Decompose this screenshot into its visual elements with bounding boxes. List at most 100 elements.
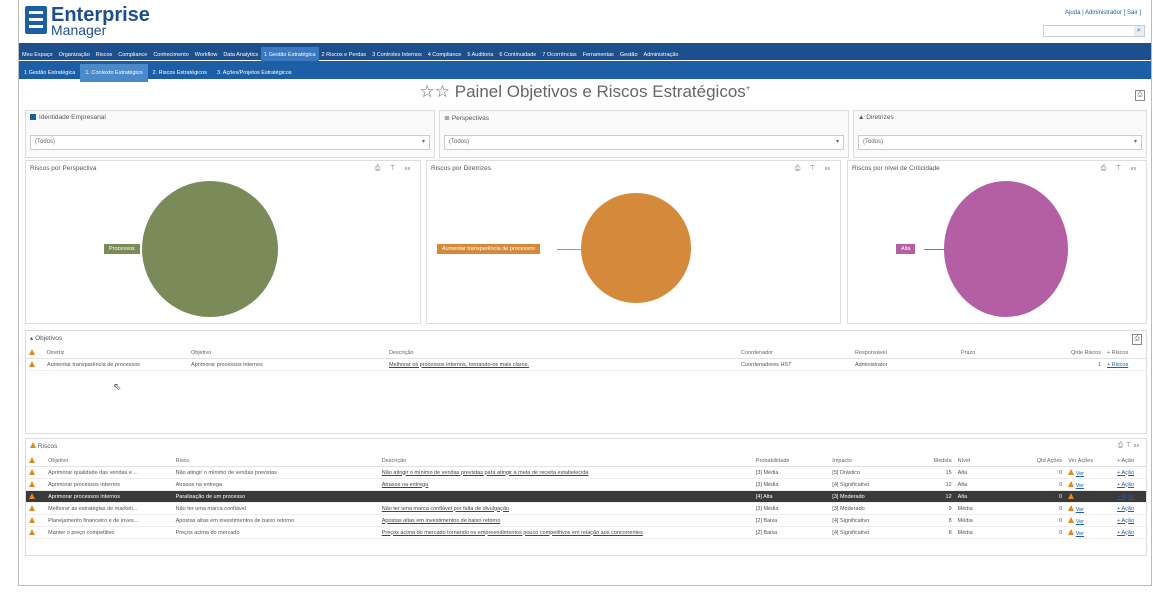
cell-descricao[interactable]: Não ter uma marca confiável por falta de… xyxy=(382,506,509,512)
view-actions-link[interactable]: Ver xyxy=(1076,519,1084,525)
table-row[interactable]: Aprimorar qualidade das vendas e ... Não … xyxy=(26,466,1146,479)
table-row[interactable]: Aprimorar processos internos Atrasos na e… xyxy=(26,478,1146,491)
cell-medida: 12 xyxy=(945,493,952,500)
column-header[interactable]: Impacto xyxy=(829,455,906,467)
search-icon[interactable]: ⌕ xyxy=(1134,26,1144,36)
view-actions-link[interactable]: Ver xyxy=(1076,471,1084,477)
warning-icon xyxy=(1068,528,1075,535)
add-action-link[interactable]: + Ação xyxy=(1117,494,1134,500)
view-actions-link[interactable]: Ver xyxy=(1076,507,1084,513)
cell-probabilidade: [3] Média xyxy=(755,469,779,476)
cell-risco: Atrasos na entrega xyxy=(175,481,223,488)
cell-qtd-acoes: 0 xyxy=(1059,493,1063,500)
cell-descricao[interactable]: Atrasos na entrega xyxy=(382,482,428,488)
cell-medida: 12 xyxy=(945,481,952,488)
cell-objetivo: Aprimorar processos internos xyxy=(48,481,120,488)
chart-toolbar-icons[interactable]: ⎙ ⊤ ☷ xyxy=(1101,165,1140,173)
column-header[interactable]: Coordenador xyxy=(738,347,852,359)
add-action-link[interactable]: + Ação xyxy=(1117,530,1134,536)
table-row[interactable]: Manter o preço competitivo Preços acima d… xyxy=(26,526,1146,539)
warning-icon xyxy=(1068,480,1075,487)
column-header[interactable]: Probabilidade xyxy=(752,455,830,467)
column-header[interactable]: + Ação xyxy=(1114,455,1146,467)
subnav-item[interactable]: 2. Riscos Estratégicos xyxy=(148,64,212,82)
chart-toolbar-icons[interactable]: ⎙ ⊤ ☷ xyxy=(375,165,414,173)
brand-subtitle: Manager xyxy=(51,22,107,38)
column-header[interactable]: Ver Ações xyxy=(1065,455,1115,467)
cell-nivel: Alta xyxy=(957,493,968,500)
chart-toolbar-icons[interactable]: ⎙ ⊤ ☷ xyxy=(795,165,834,173)
add-action-link[interactable]: + Ação xyxy=(1117,470,1134,476)
cell-nivel: Média xyxy=(957,505,973,512)
add-action-link[interactable]: + Ação xyxy=(1117,518,1134,524)
cell-descricao[interactable]: Melhorar os processos internos, tornando… xyxy=(386,358,738,371)
warning-icon xyxy=(29,516,35,523)
export-icon[interactable]: ⎙ xyxy=(1135,90,1145,101)
table-row[interactable]: Aprimorar processos internos Paralisação … xyxy=(26,490,1146,503)
add-riscos-link[interactable]: + Riscos xyxy=(1107,362,1128,368)
add-action-link[interactable]: + Ação xyxy=(1117,482,1134,488)
cell-impacto: [4] Significativo xyxy=(832,529,870,536)
column-header[interactable]: Medida xyxy=(905,455,955,467)
cell-descricao[interactable]: Apostas altas em investimentos de baixo … xyxy=(382,518,501,524)
cell-qtd-acoes: 0 xyxy=(1059,529,1063,536)
column-header[interactable]: Descrição xyxy=(378,455,753,467)
table-row[interactable]: Melhorar as estratégias de marketi... Não… xyxy=(26,502,1146,515)
warning-icon xyxy=(30,442,36,448)
cell-nivel: Média xyxy=(957,517,973,524)
filter-select[interactable]: (Todos) ▾ xyxy=(858,135,1142,150)
column-header[interactable]: + Riscos xyxy=(1104,347,1146,359)
column-header[interactable]: Qtde Riscos xyxy=(1034,347,1104,359)
export-icon[interactable]: ⎙ xyxy=(1132,334,1142,345)
column-header[interactable]: Objetivo xyxy=(188,347,386,359)
logo-icon xyxy=(25,6,47,34)
objetivos-table: Diretriz Objetivo Descrição Coordenador … xyxy=(26,347,1146,371)
chevron-down-icon: ▾ xyxy=(1133,139,1137,145)
cell-probabilidade: [3] Média xyxy=(755,505,779,512)
user-links[interactable]: Ajuda | Administrador [ Sair ] xyxy=(1065,10,1141,16)
filter-perspectivas: ≣ Perspectivas (Todos) ▾ xyxy=(439,110,849,158)
cell-risco: Preços acima do mercado xyxy=(175,529,240,536)
column-header[interactable]: Objetivo xyxy=(45,455,173,467)
cell-qtd-acoes: 0 xyxy=(1059,505,1063,512)
cell-qtd-acoes: 0 xyxy=(1059,517,1063,524)
add-action-link[interactable]: + Ação xyxy=(1117,506,1134,512)
column-header[interactable]: Prazo xyxy=(958,347,1034,359)
cell-impacto: [3] Moderado xyxy=(832,505,865,512)
table-row[interactable]: Aumentar transparência de processos Apri… xyxy=(26,358,1146,371)
pie-slice[interactable] xyxy=(581,193,691,303)
section-title: Riscos xyxy=(37,443,58,450)
cell-objetivo: Planejamento financeiro e de inves... xyxy=(48,517,139,524)
filter-select[interactable]: (Todos) ▾ xyxy=(30,135,430,150)
column-header[interactable]: Qtd Ações xyxy=(1001,455,1066,467)
checkbox-icon[interactable] xyxy=(30,114,36,121)
section-title: Objetivos xyxy=(35,335,63,342)
pie-slice[interactable] xyxy=(944,181,1068,317)
cell-nivel: Alta xyxy=(957,469,968,476)
cell-objetivo: Aprimorar qualidade das vendas e ... xyxy=(48,469,139,476)
filter-diretrizes: ▲ Diretrizes (Todos) ▾ xyxy=(853,110,1147,158)
subnav-item[interactable]: 3. Ações/Projetos Estratégicos xyxy=(212,64,297,82)
column-header[interactable]: Risco xyxy=(172,455,379,467)
column-header[interactable]: Diretriz xyxy=(44,347,188,359)
cell-descricao[interactable]: Preços acima do mercado tornando os empr… xyxy=(382,530,643,536)
cell-descricao[interactable]: Não atingir o mínimo de vendas previstas… xyxy=(382,470,589,476)
table-header: Objetivo Risco Descrição Probabilidade I… xyxy=(26,455,1146,467)
cell-objetivo: Aprimorar processos internos xyxy=(48,493,120,500)
subnav-item[interactable]: 1 Gestão Estratégica xyxy=(19,64,80,82)
column-header[interactable]: Nível xyxy=(954,455,1002,467)
subnav-item[interactable]: 1. Contexto Estratégico xyxy=(80,64,148,82)
filter-label: Diretrizes xyxy=(866,114,894,121)
filter-select[interactable]: (Todos) ▾ xyxy=(444,135,844,150)
view-actions-link[interactable]: Ver xyxy=(1076,483,1084,489)
table-toolbar-icons[interactable]: ⎙⊤☷ xyxy=(1118,442,1142,450)
warning-icon xyxy=(29,360,35,367)
search-input[interactable]: ⌕ xyxy=(1043,25,1145,37)
chart-perspectiva: Riscos por Perspectiva ⎙ ⊤ ☷ Processos xyxy=(25,160,421,324)
column-header[interactable]: Descrição xyxy=(386,347,738,359)
table-header: Diretriz Objetivo Descrição Coordenador … xyxy=(26,347,1146,359)
column-header[interactable]: Responsável xyxy=(852,347,958,359)
cell-impacto: [4] Significativo xyxy=(832,481,870,488)
view-actions-link[interactable]: Ver xyxy=(1076,531,1084,537)
table-row[interactable]: Planejamento financeiro e de inves... Apo… xyxy=(26,514,1146,527)
